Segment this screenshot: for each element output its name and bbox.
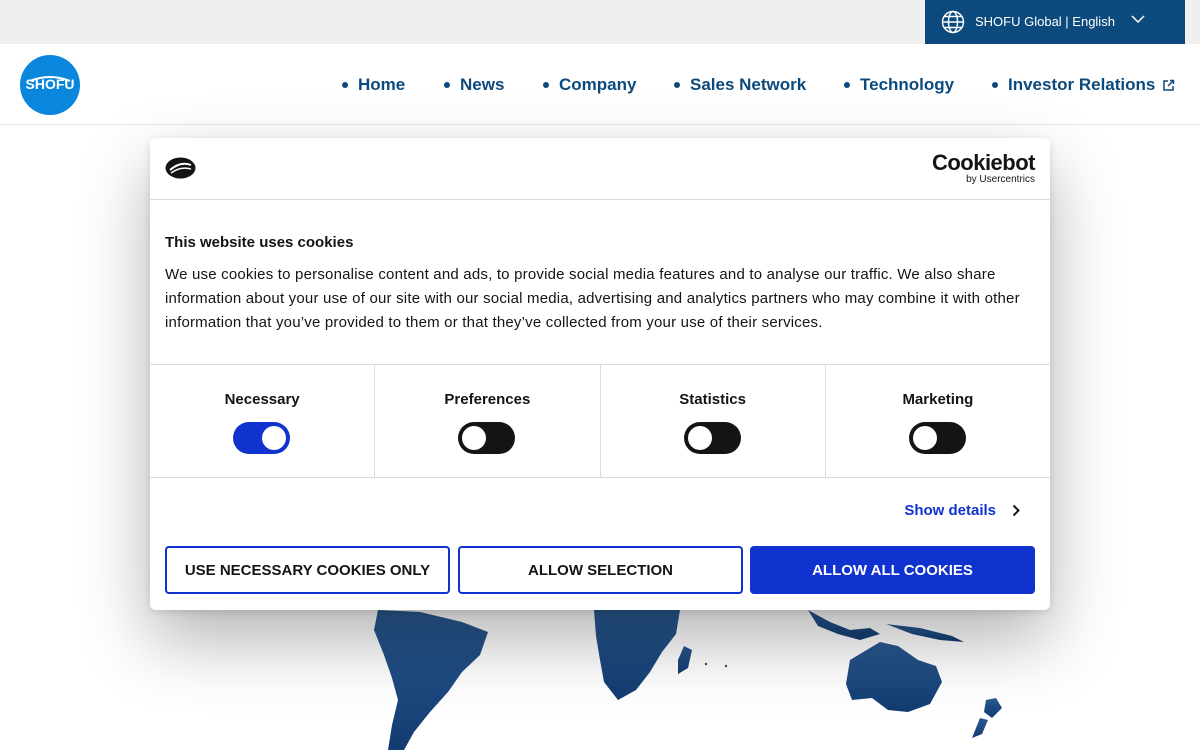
marketing-toggle[interactable] bbox=[908, 422, 966, 454]
show-details-label: Show details bbox=[904, 502, 996, 519]
nav-home-label: Home bbox=[358, 75, 406, 94]
bullet-icon bbox=[543, 82, 549, 88]
top-utility-bar: SHOFU Global | English bbox=[0, 0, 1200, 44]
category-preferences-label: Preferences bbox=[444, 391, 531, 408]
language-label: SHOFU Global | English bbox=[975, 14, 1115, 29]
nav-home[interactable]: Home bbox=[342, 74, 405, 96]
nav-news-label: News bbox=[460, 75, 505, 94]
cookie-category-toggles: Necessary Preferences Statistics Marketi… bbox=[150, 364, 1050, 478]
statistics-toggle[interactable] bbox=[683, 422, 741, 454]
bullet-icon bbox=[992, 82, 998, 88]
chevron-right-icon bbox=[1012, 504, 1020, 517]
globe-icon bbox=[941, 10, 965, 34]
dialog-title: This website uses cookies bbox=[165, 234, 354, 251]
nav-sales-network-label: Sales Network bbox=[690, 75, 807, 94]
world-map bbox=[374, 610, 1002, 750]
dialog-body: This website uses cookies We use cookies… bbox=[165, 234, 1035, 335]
necessary-toggle[interactable] bbox=[233, 422, 291, 454]
bullet-icon bbox=[444, 82, 450, 88]
category-necessary-label: Necessary bbox=[224, 391, 300, 408]
category-statistics-label: Statistics bbox=[679, 391, 746, 408]
toggle-knob bbox=[262, 426, 287, 450]
nav-news[interactable]: News bbox=[444, 74, 504, 96]
nav-technology-label: Technology bbox=[860, 75, 955, 94]
category-necessary: Necessary bbox=[150, 365, 376, 477]
allow-all-cookies-button[interactable]: ALLOW ALL COOKIES bbox=[750, 546, 1035, 594]
toggle-knob bbox=[687, 426, 712, 450]
toggle-knob bbox=[462, 426, 487, 450]
language-selector[interactable]: SHOFU Global | English bbox=[925, 0, 1185, 44]
cookie-consent-dialog: Cookiebot by Usercentrics This website u… bbox=[150, 138, 1050, 610]
site-header: SHOFU Home News Company Sales Network Te… bbox=[0, 44, 1200, 125]
cookiebot-logo-icon bbox=[165, 157, 196, 179]
category-statistics: Statistics bbox=[601, 365, 826, 477]
category-marketing: Marketing bbox=[826, 365, 1050, 477]
nav-investor-relations[interactable]: Investor Relations bbox=[992, 74, 1175, 96]
category-marketing-label: Marketing bbox=[902, 391, 974, 408]
bullet-icon bbox=[342, 82, 348, 88]
nav-company[interactable]: Company bbox=[543, 74, 636, 96]
category-preferences: Preferences bbox=[375, 365, 601, 477]
toggle-knob bbox=[912, 426, 937, 450]
cookiebot-name: Cookiebot bbox=[931, 150, 1036, 175]
allow-selection-button[interactable]: ALLOW SELECTION bbox=[458, 546, 743, 594]
nav-technology[interactable]: Technology bbox=[844, 74, 954, 96]
chevron-down-icon bbox=[1131, 15, 1145, 24]
use-necessary-cookies-only-button[interactable]: USE NECESSARY COOKIES ONLY bbox=[165, 546, 450, 594]
dialog-description: We use cookies to personalise content an… bbox=[165, 266, 1020, 331]
cookiebot-brand[interactable]: Cookiebot by Usercentrics bbox=[931, 150, 1036, 185]
nav-investor-relations-label: Investor Relations bbox=[1008, 75, 1156, 94]
bullet-icon bbox=[674, 82, 680, 88]
cookiebot-byline: by Usercentrics bbox=[966, 174, 1035, 185]
show-details-link[interactable]: Show details bbox=[904, 502, 1020, 519]
nav-company-label: Company bbox=[559, 75, 637, 94]
dialog-header: Cookiebot by Usercentrics bbox=[150, 138, 1050, 200]
nav-sales-network[interactable]: Sales Network bbox=[674, 74, 806, 96]
shofu-logo[interactable]: SHOFU bbox=[20, 55, 80, 115]
preferences-toggle[interactable] bbox=[458, 422, 516, 454]
external-link-icon bbox=[1163, 79, 1175, 91]
logo-text: SHOFU bbox=[25, 76, 75, 92]
bullet-icon bbox=[844, 82, 850, 88]
